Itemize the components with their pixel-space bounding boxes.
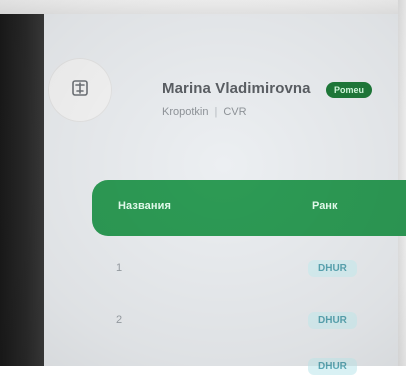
table-header-name: Названия <box>118 200 172 212</box>
table-row[interactable]: DHUR <box>92 348 406 388</box>
profile-pattern-icon <box>68 76 92 105</box>
profile-group: CVR <box>223 106 247 118</box>
row-status-pill: DHUR <box>308 358 357 375</box>
table-row[interactable]: 1 DHUR <box>92 250 406 290</box>
profile-city: Kropotkin <box>162 106 209 118</box>
table-header: Названия Ранк <box>92 180 406 236</box>
row-index: 2 <box>116 314 123 326</box>
profile-name: Marina Vladimirovna <box>162 80 311 97</box>
profile-header: Marina Vladimirovna Pomeu Kropotkin | CV… <box>44 56 374 136</box>
row-status-pill: DHUR <box>308 312 357 329</box>
row-index: 1 <box>116 262 123 274</box>
avatar[interactable] <box>48 58 112 122</box>
profile-meta: Kropotkin | CVR <box>162 106 247 118</box>
photo-frame: Marina Vladimirovna Pomeu Kropotkin | CV… <box>0 0 406 375</box>
row-status-pill: DHUR <box>308 260 357 277</box>
status-badge: Pomeu <box>326 82 373 98</box>
table-row[interactable]: 2 DHUR <box>92 302 406 342</box>
meta-separator: | <box>214 106 218 118</box>
table-header-rank: Ранк <box>312 200 338 212</box>
device-bezel-left <box>0 0 44 366</box>
device-bezel-top <box>0 0 406 14</box>
